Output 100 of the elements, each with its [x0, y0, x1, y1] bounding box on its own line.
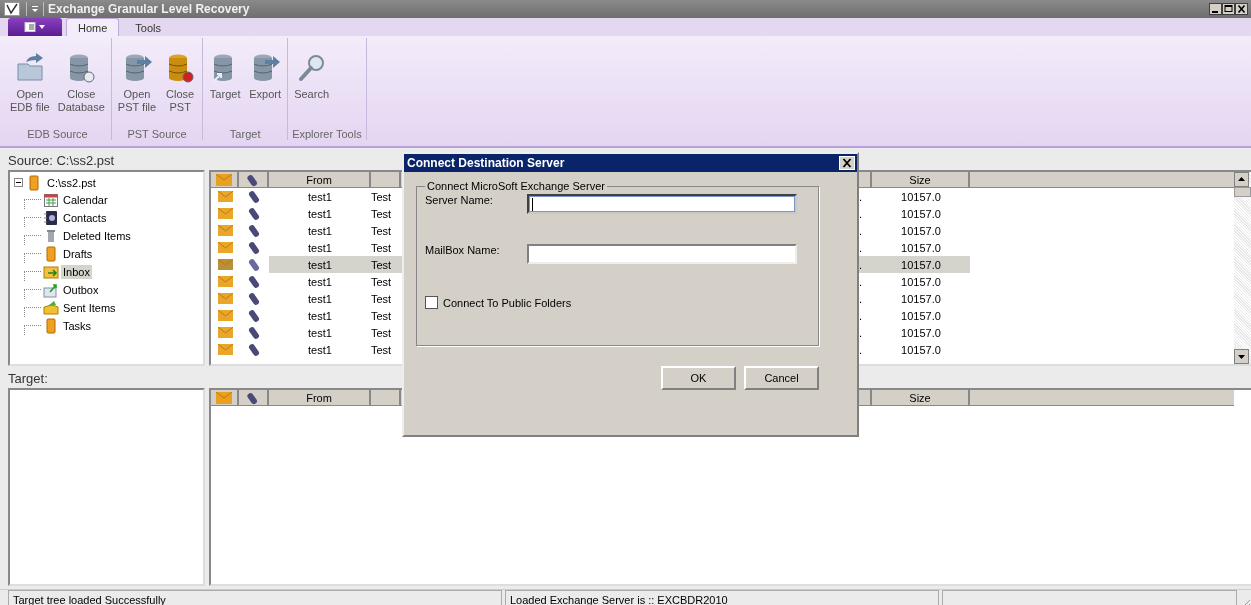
contacts-icon — [43, 210, 59, 226]
table-cell-text: .. — [856, 291, 864, 307]
calendar-icon — [43, 192, 59, 208]
ribbon-group-label: Target — [228, 127, 262, 140]
table-cell-text: test1 — [307, 274, 333, 290]
table-cell-text: test1 — [307, 240, 333, 256]
table-cell-text: .. — [856, 325, 864, 341]
table-cell-text: Test — [371, 206, 393, 222]
tree-item[interactable]: Tasks — [61, 319, 94, 333]
dialog-button[interactable]: OK — [661, 366, 736, 390]
input-field[interactable] — [527, 244, 797, 264]
table-cell-text: 10157.0 — [900, 342, 942, 358]
paperclip-icon — [248, 325, 260, 340]
ribbon-button[interactable]: Open PST file — [115, 52, 159, 126]
scroll-down-icon[interactable] — [1234, 349, 1249, 364]
table-cell-text: .. — [856, 206, 864, 222]
column-header[interactable]: From — [269, 390, 371, 406]
table-cell-text: Test — [371, 291, 393, 307]
table-cell-text: 10157.0 — [900, 274, 942, 290]
tree-item[interactable]: Calendar — [61, 193, 110, 207]
field-label: Server Name: — [425, 194, 494, 206]
table-cell-text: 10157.0 — [900, 240, 942, 256]
status-text: Target tree loaded Successfully — [8, 590, 502, 605]
table-cell-text: 10157.0 — [900, 308, 942, 324]
table-cell: 10157.0 — [872, 256, 970, 273]
table-cell: test1 — [269, 256, 371, 273]
paperclip-icon — [248, 257, 260, 272]
paperclip-icon — [248, 274, 260, 289]
folder-icon — [43, 246, 59, 262]
tree-item[interactable]: Inbox — [61, 265, 92, 279]
table-cell-text: test1 — [307, 325, 333, 341]
minimize-icon[interactable] — [1209, 3, 1222, 15]
envelope-icon — [216, 173, 232, 186]
ribbon-button[interactable]: Search — [292, 52, 331, 126]
table-cell-text: 10157.0 — [900, 189, 942, 205]
column-header[interactable]: Size — [872, 172, 970, 188]
column-header[interactable]: Size — [872, 390, 970, 406]
envelope-icon — [217, 225, 233, 236]
menu-icon — [24, 22, 46, 32]
input-field[interactable] — [527, 194, 797, 214]
folder-icon — [43, 318, 59, 334]
folder-icon — [26, 174, 42, 191]
table-cell-text: 10157.0 — [900, 325, 942, 341]
table-cell-text: Test — [371, 189, 393, 205]
tree-item[interactable]: Deleted Items — [61, 229, 133, 243]
table-cell-text: .. — [856, 223, 864, 239]
checkbox[interactable] — [425, 296, 438, 309]
paperclip-icon — [247, 390, 259, 405]
status-text: Loaded Exchange Server is :: EXCBDR2010 — [505, 590, 939, 605]
source-label: Source: C:\ss2.pst — [8, 152, 115, 168]
maximize-icon[interactable] — [1222, 3, 1235, 15]
envelope-icon — [217, 293, 233, 304]
column-header[interactable]: From — [269, 172, 371, 188]
paperclip-icon — [248, 342, 260, 357]
app-logo-icon — [4, 2, 20, 16]
envelope-icon — [217, 310, 233, 321]
target-label: Target: — [8, 370, 48, 386]
envelope-icon — [217, 259, 233, 270]
scroll-up-icon[interactable] — [1234, 172, 1249, 187]
ribbon-tab[interactable]: Home — [66, 18, 120, 36]
table-cell-text: test1 — [307, 206, 333, 222]
table-cell-text: Test — [371, 308, 393, 324]
tree-item[interactable]: Contacts — [61, 211, 109, 225]
ribbon-tab[interactable]: Tools — [123, 18, 174, 36]
paperclip-icon — [248, 189, 260, 204]
outbox-icon — [43, 282, 59, 298]
table-cell-text: Test — [371, 342, 393, 358]
checkbox-label: Connect To Public Folders — [443, 296, 572, 309]
ribbon-group-label: Explorer Tools — [292, 127, 362, 140]
sent-icon — [43, 300, 59, 316]
window-title: Exchange Granular Level Recovery — [48, 2, 250, 16]
tree-item[interactable]: C:\ss2.pst — [45, 175, 98, 190]
paperclip-icon — [248, 240, 260, 255]
table-cell-text: Test — [371, 325, 393, 341]
ribbon-button[interactable]: Close PST — [162, 52, 199, 126]
table-cell-text: test1 — [307, 291, 333, 307]
ribbon-button[interactable]: Open EDB file — [8, 52, 52, 126]
tree-item[interactable]: Drafts — [61, 247, 95, 261]
dropdown-icon[interactable] — [31, 5, 39, 13]
ribbon-button[interactable]: Export — [247, 52, 284, 126]
ribbon-group-label: PST Source — [126, 127, 188, 140]
app-menu-button[interactable] — [8, 18, 62, 36]
collapse-icon[interactable] — [14, 178, 23, 187]
dialog-title: Connect Destination Server — [407, 156, 565, 170]
table-cell-text: test1 — [307, 189, 333, 205]
paperclip-icon — [248, 206, 260, 221]
scroll-thumb[interactable] — [1234, 187, 1251, 197]
tree-item[interactable]: Outbox — [61, 283, 101, 297]
table-cell-text: .. — [856, 189, 864, 205]
table-cell-text: .. — [856, 240, 864, 256]
dialog-button[interactable]: Cancel — [744, 366, 819, 390]
close-icon[interactable] — [1235, 3, 1248, 15]
group-box-title: Connect MicroSoft Exchange Server — [426, 180, 606, 192]
ribbon-button[interactable]: Close Database — [55, 52, 107, 126]
tree-item[interactable]: Sent Items — [61, 301, 118, 315]
ribbon-button[interactable]: Target — [207, 52, 244, 126]
table-cell-text: .. — [856, 342, 864, 358]
table-cell-text: Test — [371, 274, 393, 290]
scrollbar[interactable] — [1234, 172, 1251, 364]
envelope-icon — [217, 276, 233, 287]
